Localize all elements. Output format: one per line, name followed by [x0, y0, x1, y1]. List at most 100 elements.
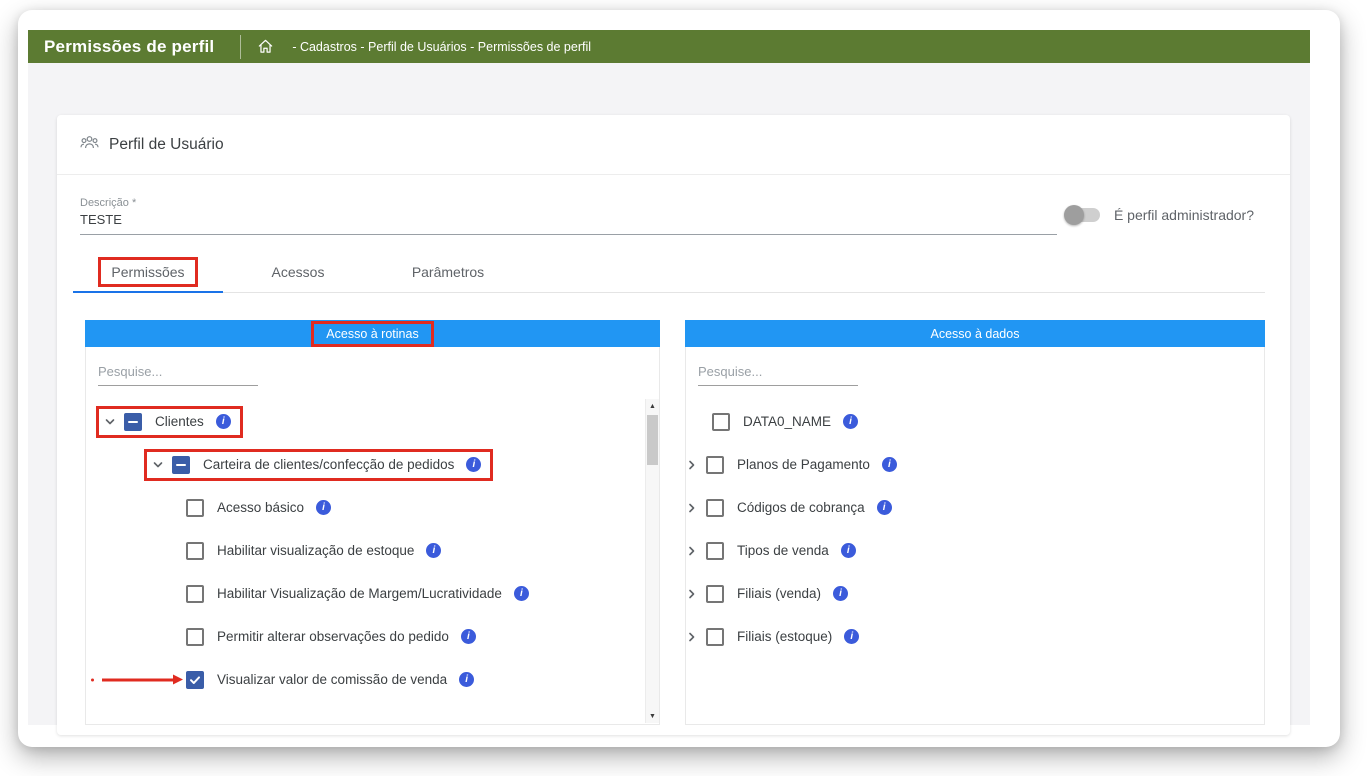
row-content: Códigos de cobrança i: [686, 498, 892, 517]
row-content: Filiais (estoque) i: [686, 627, 860, 646]
row-content: Visualizar valor de comissão de venda i: [186, 670, 475, 689]
info-icon[interactable]: i: [876, 500, 892, 515]
info-icon[interactable]: i: [833, 586, 849, 601]
scroll-down-button[interactable]: ▼: [646, 709, 659, 723]
routines-panel-body: Clientes i Carteira de clientes/confecção …: [85, 347, 660, 725]
tab-label: Parâmetros: [411, 264, 485, 280]
info-icon[interactable]: i: [513, 586, 529, 601]
info-icon[interactable]: i: [459, 672, 475, 687]
page-sheet: Permissões de perfil - Cadastros - Perfi…: [18, 10, 1340, 747]
row-content: Habilitar visualização de estoque i: [186, 541, 442, 560]
checkbox-indeterminate[interactable]: [172, 455, 190, 474]
row-content: DATA0_NAME i: [686, 412, 859, 431]
routines-tree: Clientes i Carteira de clientes/confecção …: [86, 400, 659, 701]
info-icon[interactable]: i: [844, 629, 860, 644]
info-icon[interactable]: i: [843, 414, 859, 429]
data-panel-header: Acesso à dados: [685, 320, 1265, 347]
description-field[interactable]: Descrição * TESTE: [80, 197, 1057, 235]
checkbox-unchecked[interactable]: [706, 584, 724, 603]
home-icon[interactable]: [257, 38, 274, 55]
checkbox-unchecked[interactable]: [706, 627, 724, 646]
scrollbar-thumb[interactable]: [647, 415, 658, 465]
data-search: [686, 347, 1264, 386]
annotation-arrow: [91, 678, 174, 681]
tree-row: Habilitar Visualização de Margem/Lucrati…: [86, 572, 659, 615]
checkbox-unchecked[interactable]: [706, 541, 724, 560]
row-label: Permitir alterar observações do pedido: [217, 629, 449, 644]
info-icon[interactable]: i: [466, 457, 482, 472]
breadcrumb: - Cadastros - Perfil de Usuários - Permi…: [292, 39, 592, 54]
chevron-right-icon[interactable]: [686, 631, 706, 643]
routines-scrollbar[interactable]: ▲ ▼: [645, 399, 659, 723]
checkbox-unchecked[interactable]: [706, 455, 724, 474]
checkbox-checked[interactable]: [186, 670, 204, 689]
checkbox-unchecked[interactable]: [186, 627, 204, 646]
tree-row: Planos de Pagamento i: [686, 443, 1264, 486]
tree-row: Tipos de venda i: [686, 529, 1264, 572]
routines-panel-title: Acesso à rotinas: [311, 320, 434, 347]
tree-row: Filiais (estoque) i: [686, 615, 1264, 658]
routines-panel-header: Acesso à rotinas: [85, 320, 660, 347]
data-search-input[interactable]: [698, 364, 858, 386]
page-title: Permissões de perfil: [44, 36, 215, 56]
info-icon[interactable]: i: [215, 414, 231, 429]
annotation-box: Clientes i: [96, 405, 243, 438]
row-content: Filiais (venda) i: [686, 584, 849, 603]
row-label: Habilitar visualização de estoque: [217, 543, 415, 558]
checkbox-unchecked[interactable]: [186, 498, 204, 517]
row-content: Habilitar Visualização de Margem/Lucrati…: [186, 584, 529, 603]
tab-label: Acessos: [271, 264, 325, 280]
tab-permissoes[interactable]: Permissões: [73, 252, 223, 293]
description-value: TESTE: [80, 212, 122, 227]
row-label: Clientes: [155, 414, 204, 429]
data-list: DATA0_NAME i Planos de Pagamento i Códigos d…: [686, 400, 1264, 658]
data-panel: Acesso à dados DATA0_NAMEiPlanos de Paga…: [685, 320, 1265, 725]
row-content: Tipos de venda i: [686, 541, 856, 560]
info-icon[interactable]: i: [840, 543, 856, 558]
tree-row: DATA0_NAME i: [686, 400, 1264, 443]
info-icon[interactable]: i: [426, 543, 442, 558]
topbar-divider: [240, 34, 242, 59]
row-label: Tipos de venda: [737, 543, 829, 558]
chevron-down-icon[interactable]: [152, 459, 172, 471]
data-panel-title: Acesso à dados: [930, 326, 1020, 341]
info-icon[interactable]: i: [460, 629, 476, 644]
chevron-right-icon[interactable]: [686, 588, 706, 600]
tree-row: Carteira de clientes/confecção de pedido…: [86, 443, 659, 486]
checkbox-unchecked[interactable]: [186, 584, 204, 603]
routines-search: [86, 347, 659, 386]
tree-row: Acesso básico i: [86, 486, 659, 529]
tree-row: Visualizar valor de comissão de venda i: [86, 658, 659, 701]
row-label: Planos de Pagamento: [737, 457, 870, 472]
checkbox-indeterminate[interactable]: [124, 412, 142, 431]
chevron-right-icon[interactable]: [686, 502, 706, 514]
toggle-knob: [1063, 205, 1084, 225]
routines-search-input[interactable]: [98, 364, 258, 386]
annotation-box: Permissões: [98, 257, 198, 287]
chevron-right-icon[interactable]: [686, 545, 706, 557]
tab-acessos[interactable]: Acessos: [223, 252, 373, 292]
row-content: Acesso básico i: [186, 498, 332, 517]
row-label: DATA0_NAME: [743, 414, 832, 429]
admin-toggle[interactable]: [1063, 205, 1100, 225]
profile-card: Perfil de Usuário Descrição * TESTE É pe…: [57, 115, 1290, 735]
users-group-icon: [80, 135, 99, 155]
info-icon[interactable]: i: [881, 457, 897, 472]
chevron-down-icon[interactable]: [104, 416, 124, 428]
data-panel-body: DATA0_NAMEiPlanos de PagamentoiCódigos d…: [685, 347, 1265, 725]
indeterminate-dash: [128, 420, 138, 423]
tab-parametros[interactable]: Parâmetros: [373, 252, 523, 292]
routines-panel: Acesso à rotinas Clientes i Carteira de cl…: [85, 320, 660, 725]
row-label: Filiais (estoque): [737, 629, 833, 644]
checkbox-unchecked[interactable]: [712, 412, 730, 431]
admin-toggle-group: É perfil administrador?: [1063, 205, 1254, 225]
annotation-box: Carteira de clientes/confecção de pedido…: [144, 448, 494, 481]
checkbox-unchecked[interactable]: [186, 541, 204, 560]
info-icon[interactable]: i: [316, 500, 332, 515]
row-label: Visualizar valor de comissão de venda: [217, 672, 448, 687]
chevron-right-icon[interactable]: [686, 459, 706, 471]
scroll-up-button[interactable]: ▲: [646, 399, 659, 413]
tree-row: Permitir alterar observações do pedido i: [86, 615, 659, 658]
row-label: Códigos de cobrança: [737, 500, 865, 515]
checkbox-unchecked[interactable]: [706, 498, 724, 517]
